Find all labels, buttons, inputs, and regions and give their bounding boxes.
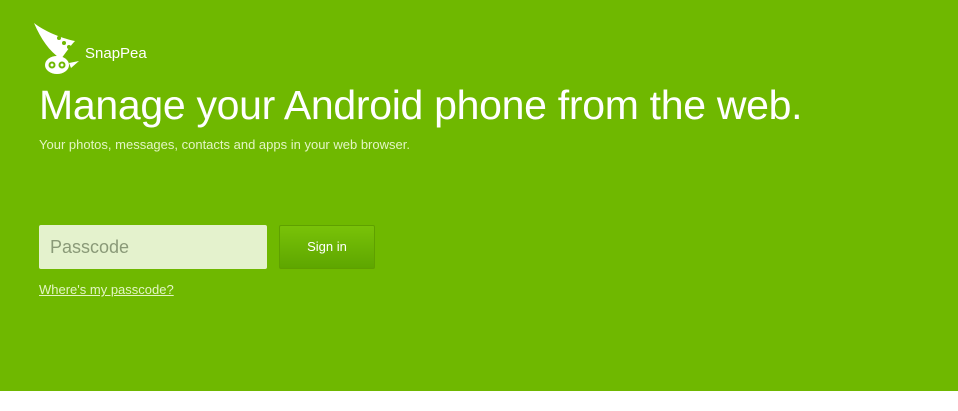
snappea-logo-icon xyxy=(34,23,79,74)
page-subtitle: Your photos, messages, contacts and apps… xyxy=(39,137,410,152)
passcode-input[interactable] xyxy=(39,225,267,269)
brand-name: SnapPea xyxy=(85,45,147,62)
wheres-my-passcode-link[interactable]: Where's my passcode? xyxy=(39,282,174,298)
hero-section: SnapPea Manage your Android phone from t… xyxy=(0,0,958,391)
page-headline: Manage your Android phone from the web. xyxy=(39,82,803,128)
sign-in-button[interactable]: Sign in xyxy=(279,225,375,269)
